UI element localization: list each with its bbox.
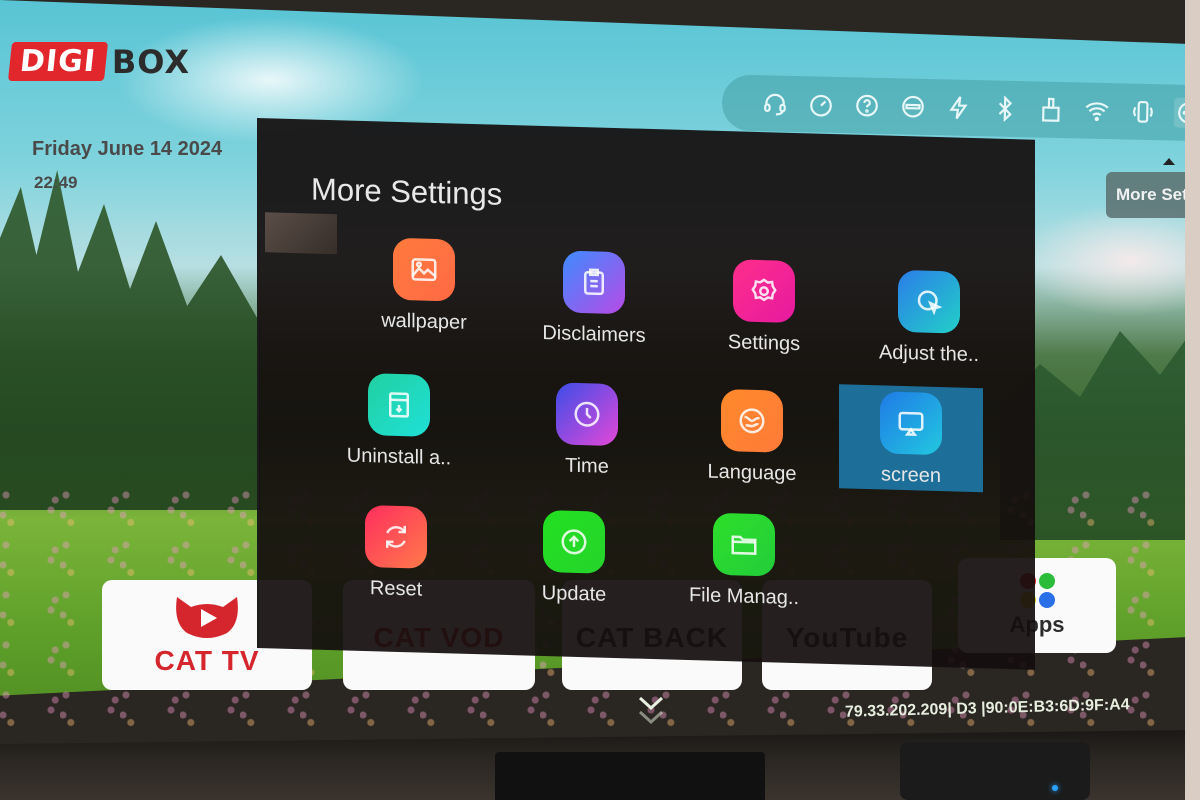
scroll-down-chevron-icon[interactable] [636,694,666,730]
tooltip-arrow [1163,158,1175,165]
settings-item-label: Time [565,454,609,478]
settings-item-label: Language [707,460,797,486]
settings-item-file-manag[interactable]: File Manag.. [669,506,819,620]
logo-box-text: BOX [111,42,190,81]
top-status-bar [721,74,1200,142]
bluetooth-icon[interactable] [990,93,1021,124]
settings-item-adjust-the[interactable]: Adjust the.. [854,263,1004,377]
settings-item-label: wallpaper [381,309,467,334]
clock-icon [556,382,618,447]
settings-item-uninstall-a[interactable]: Uninstall a.. [324,366,474,480]
settings-item-label: screen [880,463,942,488]
settings-item-disclaimers[interactable]: Disclaimers [519,243,669,357]
settings-flower-icon [733,259,795,324]
upload-circle-icon [543,509,605,574]
set-top-box [900,742,1090,800]
settings-item-label: Settings [727,331,801,356]
tile-label: CAT TV [154,645,260,676]
globe-icon [721,388,783,453]
panel-title: More Settings [311,171,503,212]
folder-icon [713,512,775,577]
time-label: 22:49 [34,173,78,192]
clipboard-icon [563,250,625,315]
uninstall-icon [368,373,430,437]
settings-item-label: Update [541,581,607,606]
status-led [1052,785,1058,791]
image-icon [393,237,455,302]
refresh-icon [365,505,427,569]
tv-stand [495,752,765,800]
settings-item-settings[interactable]: Settings [689,252,839,366]
logo-digi-text: DIGI [7,42,108,81]
settings-item-reset[interactable]: Reset [321,498,471,612]
cat-play-icon [176,597,238,638]
settings-item-label: Uninstall a.. [346,444,452,470]
preview-thumbnail [265,212,337,255]
lightning-icon[interactable] [944,92,975,123]
date-label: Friday June 14 2024 [32,138,223,160]
settings-item-language[interactable]: Language [677,382,827,496]
settings-item-label: Disclaimers [542,321,646,347]
brand-logo: DIGI BOX [7,42,190,81]
cursor-circle-icon [898,269,960,334]
settings-item-wallpaper[interactable]: wallpaper [349,231,499,345]
speedometer-icon[interactable] [806,89,837,120]
brush-icon[interactable] [1036,94,1067,125]
cast-screen-icon [880,391,942,456]
settings-item-label: Adjust the.. [878,341,980,367]
help-icon[interactable] [852,90,883,121]
no-entry-icon[interactable] [898,91,929,122]
settings-item-label: Reset [369,577,423,601]
wifi-icon[interactable] [1082,95,1113,126]
settings-item-update[interactable]: Update [499,503,649,617]
headset-icon[interactable] [760,88,791,119]
phone-rotate-icon[interactable] [1128,97,1159,128]
more-settings-panel: More Settings wallpaper Disclaimers Settin… [257,118,1035,670]
settings-item-label: File Manag.. [688,584,800,610]
settings-item-screen[interactable]: screen [839,384,983,493]
settings-item-time[interactable]: Time [512,375,662,489]
room-wall [1185,0,1200,800]
